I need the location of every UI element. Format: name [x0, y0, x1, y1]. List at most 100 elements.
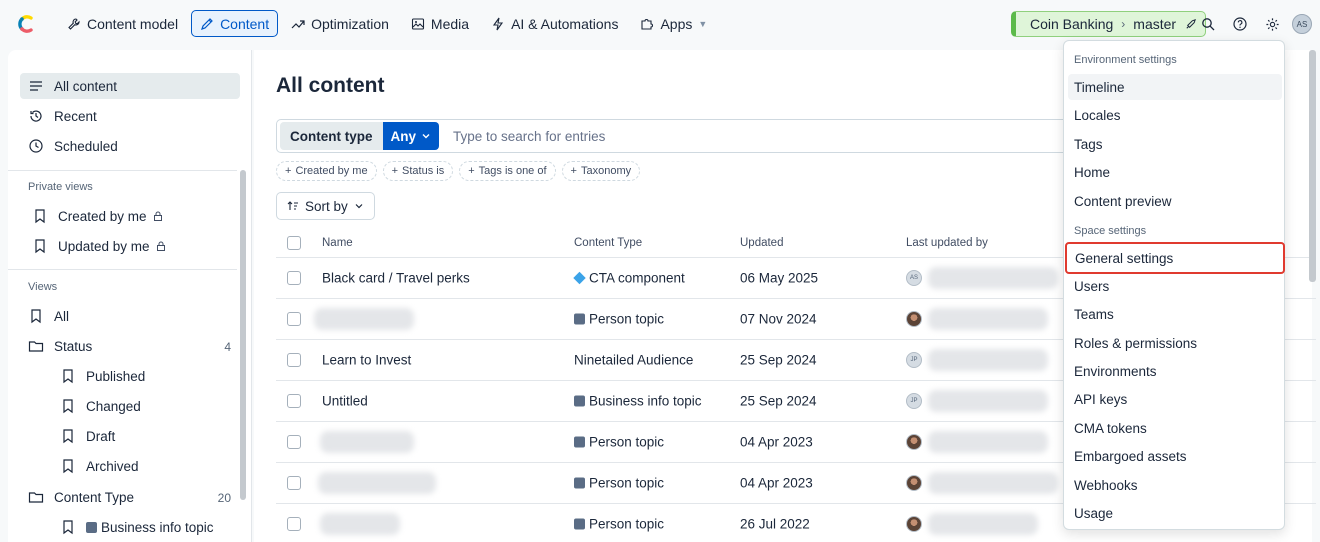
redacted-entry-name[interactable] — [314, 308, 414, 330]
main-scrollbar[interactable] — [1309, 50, 1316, 282]
sidebar-item-published[interactable]: Published — [52, 363, 240, 389]
menu-item-environments[interactable]: Environments — [1068, 358, 1282, 384]
sidebar-item-label: Scheduled — [54, 138, 118, 154]
row-checkbox[interactable] — [287, 476, 301, 490]
nav-content-model[interactable]: Content model — [58, 10, 187, 37]
column-content-type[interactable]: Content Type — [574, 237, 642, 249]
plus-icon: + — [285, 165, 292, 177]
menu-item-locales[interactable]: Locales — [1068, 102, 1282, 128]
row-checkbox[interactable] — [287, 435, 301, 449]
menu-item-api-keys[interactable]: API keys — [1068, 386, 1282, 412]
redacted-entry-name[interactable] — [320, 513, 400, 535]
entry-name[interactable]: Black card / Travel perks — [322, 271, 470, 286]
column-updated[interactable]: Updated — [740, 237, 783, 249]
column-name[interactable]: Name — [322, 237, 353, 249]
menu-item-timeline[interactable]: Timeline — [1068, 74, 1282, 100]
search-input[interactable]: Type to search for entries — [453, 129, 605, 144]
menu-item-teams[interactable]: Teams — [1068, 301, 1282, 327]
nav-content[interactable]: Content — [191, 10, 279, 37]
sidebar-folder-content-type[interactable]: Content Type — [20, 484, 240, 510]
nav-optimization[interactable]: Optimization — [282, 10, 398, 37]
bookmark-icon — [35, 209, 45, 224]
menu-item-cma-tokens[interactable]: CMA tokens — [1068, 415, 1282, 441]
sidebar-item-all-content[interactable]: All content — [20, 73, 240, 99]
content-type-any-dropdown[interactable]: Any — [382, 122, 440, 150]
entry-name[interactable]: Learn to Invest — [322, 353, 411, 368]
nav-ai-automations[interactable]: AI & Automations — [482, 10, 627, 37]
user-avatar[interactable]: AS — [1292, 14, 1312, 34]
contentful-logo[interactable] — [14, 12, 38, 36]
content-type-filter-label[interactable]: Content type — [280, 122, 383, 150]
sidebar-item-all[interactable]: All — [20, 303, 240, 329]
gear-icon[interactable] — [1262, 14, 1282, 34]
sort-icon — [287, 201, 298, 210]
redacted-entry-name[interactable] — [318, 472, 436, 494]
sidebar-item-changed[interactable]: Changed — [52, 393, 240, 419]
filter-status-is[interactable]: + Status is — [382, 161, 454, 181]
environment-settings-heading: Environment settings — [1074, 54, 1177, 66]
nav-apps[interactable]: Apps ▼ — [631, 10, 716, 37]
lock-icon — [156, 241, 165, 251]
status-count: 4 — [224, 340, 231, 354]
entry-updated: 06 May 2025 — [740, 270, 819, 286]
chevron-down-icon — [422, 134, 430, 139]
row-checkbox[interactable] — [287, 394, 301, 408]
sidebar-item-label: Business info topic — [86, 520, 214, 535]
hash-icon — [574, 518, 585, 530]
sidebar-item-business-info-topic[interactable]: Business info topic — [52, 514, 240, 540]
bookmark-icon — [63, 520, 73, 535]
row-checkbox[interactable] — [287, 271, 301, 285]
filter-taxonomy[interactable]: + Taxonomy — [561, 161, 641, 181]
sidebar-folder-status[interactable]: Status — [20, 333, 240, 359]
plus-icon: + — [391, 165, 399, 177]
sidebar-item-draft[interactable]: Draft — [52, 423, 240, 449]
environment-switcher[interactable]: Coin Banking › master — [1011, 11, 1207, 37]
redacted-user — [928, 390, 1048, 412]
sidebar-scrollbar[interactable] — [240, 170, 246, 500]
avatar — [906, 516, 922, 532]
content-type-text: Business info topic — [589, 393, 702, 409]
menu-item-webhooks[interactable]: Webhooks — [1068, 472, 1282, 498]
menu-item-usage[interactable]: Usage — [1068, 500, 1282, 526]
menu-item-embargoed-assets[interactable]: Embargoed assets — [1068, 443, 1282, 469]
gem-icon — [573, 271, 586, 285]
column-last-updated-by[interactable]: Last updated by — [906, 237, 988, 249]
sidebar-item-updated-by-me[interactable]: Updated by me — [24, 233, 244, 259]
chevron-right-icon: › — [1121, 17, 1126, 31]
nav-content-model-label: Content model — [87, 15, 179, 32]
redacted-entry-name[interactable] — [320, 431, 414, 453]
sidebar-item-scheduled[interactable]: Scheduled — [20, 133, 240, 159]
filter-created-by-me[interactable]: + Created by me — [276, 161, 377, 181]
avatar — [906, 475, 922, 491]
sidebar-item-label: Updated by me — [58, 238, 150, 254]
sidebar: All content Recent Scheduled Private vie… — [8, 50, 252, 542]
search-bar[interactable]: Content type Any Type to search for entr… — [276, 119, 1076, 153]
menu-item-general-settings[interactable]: General settings — [1065, 242, 1285, 274]
sidebar-item-recent[interactable]: Recent — [20, 103, 240, 129]
row-checkbox[interactable] — [287, 312, 301, 326]
row-checkbox[interactable] — [287, 353, 301, 367]
row-checkbox[interactable] — [287, 517, 301, 531]
sidebar-item-archived[interactable]: Archived — [52, 453, 240, 479]
hash-icon — [574, 477, 585, 489]
menu-item-tags[interactable]: Tags — [1068, 131, 1282, 157]
select-all-checkbox[interactable] — [287, 235, 301, 250]
avatar: JP — [906, 393, 922, 409]
bookmark-icon — [31, 309, 41, 324]
menu-item-users[interactable]: Users — [1068, 273, 1282, 299]
help-icon[interactable] — [1230, 14, 1250, 34]
filter-tags-is-one-of[interactable]: + Tags is one of — [459, 161, 556, 181]
entry-content-type: Person topic — [574, 435, 664, 450]
any-label: Any — [390, 128, 417, 144]
entry-name[interactable]: Untitled — [322, 394, 368, 409]
clock-icon — [29, 139, 43, 153]
nav-media[interactable]: Media — [402, 10, 478, 37]
sort-button[interactable]: Sort by — [276, 192, 375, 220]
entry-content-type: Person topic — [574, 312, 664, 327]
search-icon[interactable] — [1198, 14, 1218, 34]
sidebar-item-created-by-me[interactable]: Created by me — [24, 203, 244, 229]
menu-item-home[interactable]: Home — [1068, 159, 1282, 185]
entry-updated: 07 Nov 2024 — [740, 311, 817, 327]
menu-item-roles-permissions[interactable]: Roles & permissions — [1068, 330, 1282, 356]
menu-item-content-preview[interactable]: Content preview — [1068, 188, 1282, 214]
